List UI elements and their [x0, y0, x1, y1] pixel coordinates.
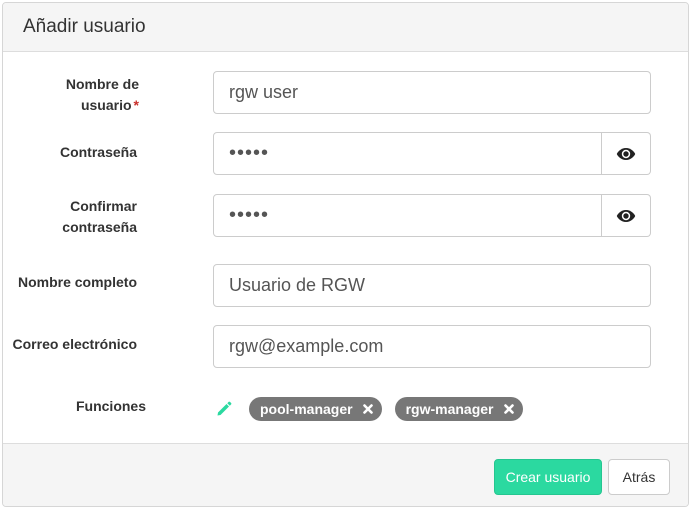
close-icon — [362, 404, 373, 414]
add-user-dialog: Añadir usuario Nombre de usuario* Contra… — [2, 2, 689, 507]
remove-role-button[interactable] — [503, 404, 514, 414]
back-button[interactable]: Atrás — [608, 459, 670, 495]
role-badge-label: rgw-manager — [405, 401, 494, 417]
eye-icon — [616, 147, 636, 160]
password-label: Contraseña — [59, 144, 137, 160]
username-label-line2: usuario — [80, 97, 132, 113]
edit-roles-button[interactable] — [216, 400, 234, 418]
email-input[interactable] — [213, 325, 651, 368]
show-password-button[interactable] — [602, 132, 651, 175]
pencil-icon — [217, 401, 232, 416]
confirm-password-label-line2: contraseña — [62, 219, 137, 235]
dialog-footer: Crear usuario Atrás — [3, 443, 688, 506]
show-confirm-password-button[interactable] — [602, 194, 651, 237]
confirm-password-label-line1: Confirmar — [70, 198, 137, 214]
full-name-label: Nombre completo — [17, 274, 137, 290]
role-badge-pool-manager: pool-manager — [249, 397, 382, 421]
username-label: Nombre de usuario * — [23, 74, 139, 116]
create-user-button[interactable]: Crear usuario — [494, 459, 602, 495]
roles-label: Funciones — [75, 398, 146, 414]
role-badge-label: pool-manager — [260, 401, 353, 417]
close-icon — [503, 404, 514, 414]
dialog-header: Añadir usuario — [3, 3, 688, 52]
dialog-title: Añadir usuario — [23, 16, 146, 37]
confirm-password-input[interactable] — [213, 194, 602, 237]
full-name-input[interactable] — [213, 264, 651, 307]
confirm-password-label: Confirmar contraseña — [23, 196, 137, 238]
username-label-line1: Nombre de — [65, 76, 139, 92]
remove-role-button[interactable] — [362, 404, 373, 414]
roles-list: pool-manager rgw-manager — [216, 397, 536, 421]
eye-icon — [616, 209, 636, 222]
required-marker: * — [133, 97, 139, 113]
username-input[interactable] — [213, 71, 651, 114]
role-badge-rgw-manager: rgw-manager — [394, 397, 523, 421]
email-label: Correo electrónico — [12, 336, 137, 352]
password-input[interactable] — [213, 132, 602, 175]
